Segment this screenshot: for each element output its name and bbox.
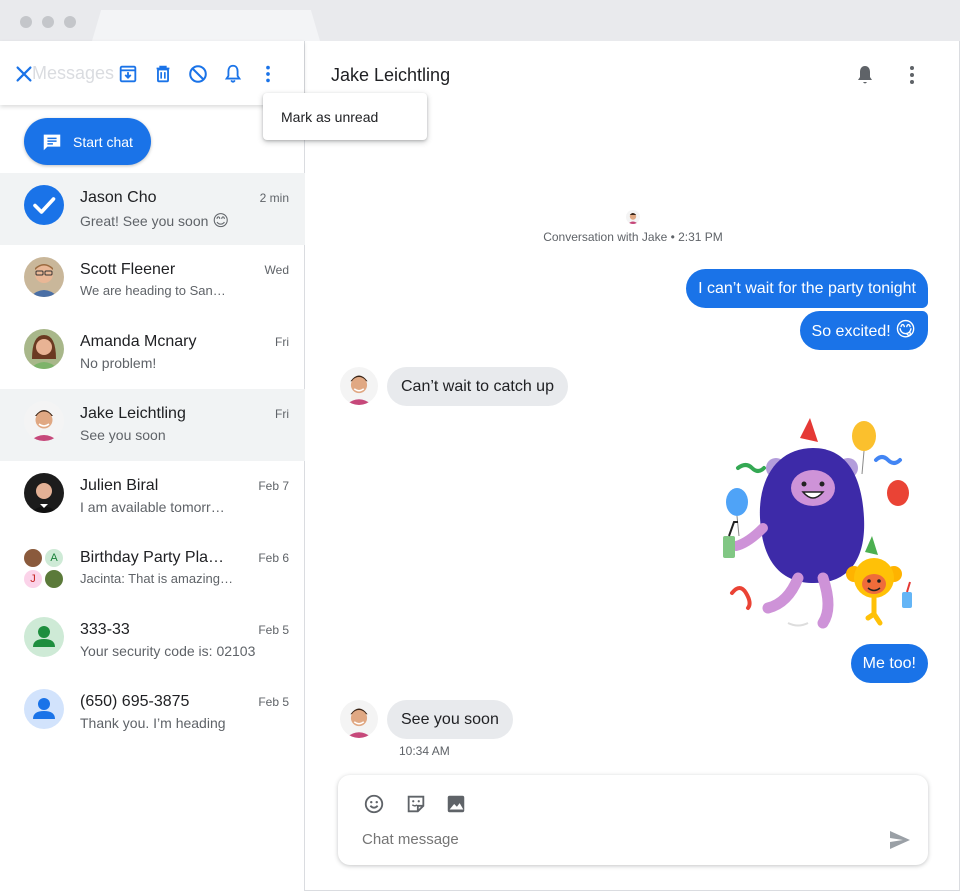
- chat-icon: [43, 134, 61, 150]
- compose-box: [338, 775, 928, 865]
- more-vert-icon[interactable]: [257, 63, 279, 85]
- message-bubble-outgoing[interactable]: I can’t wait for the party tonight: [686, 269, 928, 308]
- avatar: [340, 700, 378, 738]
- conversation-name: 333-33: [80, 621, 130, 638]
- archive-icon[interactable]: [117, 63, 139, 85]
- conversation-time: Fri: [275, 407, 289, 421]
- close-icon[interactable]: [13, 63, 35, 85]
- message-bubble-incoming[interactable]: See you soon: [387, 700, 513, 739]
- conversation-time: Feb 6: [258, 551, 289, 565]
- notifications-icon[interactable]: [222, 63, 244, 85]
- conversation-snippet: Thank you. I’m heading: [80, 715, 226, 731]
- message-bubble-outgoing[interactable]: So excited! 😋: [799, 311, 928, 350]
- start-chat-button[interactable]: Start chat: [24, 118, 151, 165]
- contact-avatar-small: [626, 210, 640, 224]
- party-monster-sticker[interactable]: [718, 418, 918, 634]
- browser-chrome: [0, 0, 960, 41]
- conversation-item-650-695-3875[interactable]: (650) 695-3875 Thank you. I’m heading Fe…: [0, 677, 305, 749]
- conversation-item-scott-fleener[interactable]: Scott Fleener We are heading to San… Wed: [0, 245, 305, 317]
- sticker-icon[interactable]: [405, 793, 427, 815]
- delete-icon[interactable]: [152, 63, 174, 85]
- conversation-name: Birthday Party Pla…: [80, 549, 225, 566]
- browser-tab[interactable]: [92, 10, 320, 41]
- conversation-snippet: We are heading to San…: [80, 283, 226, 298]
- conversation-name: Jason Cho: [80, 189, 157, 206]
- conversation-time: 2 min: [259, 191, 289, 205]
- avatar: [24, 257, 64, 297]
- conversation-name: (650) 695-3875: [80, 693, 190, 710]
- group-avatar: A J: [24, 545, 64, 588]
- message-bubble-incoming[interactable]: Can’t wait to catch up: [387, 367, 568, 406]
- conversation-item-julien-biral[interactable]: Julien Biral I am available tomorr… Feb …: [0, 461, 305, 533]
- conversation-name: Julien Biral: [80, 477, 159, 494]
- image-icon[interactable]: [445, 793, 467, 815]
- menu-item-mark-as-unread[interactable]: Mark as unread: [281, 109, 378, 125]
- person-icon: [24, 689, 64, 729]
- send-icon[interactable]: [888, 828, 912, 852]
- avatar: [24, 473, 64, 513]
- message-timestamp: 10:34 AM: [399, 744, 450, 758]
- conversation-snippet: See you soon: [80, 427, 166, 443]
- overflow-menu: Mark as unread: [263, 93, 427, 140]
- conversation-snippet: Great! See you soon 😊: [80, 213, 229, 230]
- chat-title: Jake Leichtling: [331, 65, 451, 85]
- selection-toolbar: Messages: [0, 41, 304, 105]
- conversation-snippet: I am available tomorr…: [80, 499, 225, 515]
- window-maximize-dot[interactable]: [64, 16, 76, 28]
- conversation-meta: Conversation with Jake • 2:31 PM: [543, 230, 723, 244]
- conversation-time: Feb 5: [258, 623, 289, 637]
- yum-emoji-icon: 😋: [895, 319, 916, 341]
- conversation-item-333-33[interactable]: 333-33 Your security code is: 02103 Feb …: [0, 605, 305, 677]
- window-minimize-dot[interactable]: [42, 16, 54, 28]
- conversation-time: Feb 7: [258, 479, 289, 493]
- message-bubble-outgoing[interactable]: Me too!: [850, 644, 928, 683]
- emoji-icon[interactable]: [363, 793, 385, 815]
- avatar: [24, 401, 64, 441]
- conversation-snippet: No problem!: [80, 355, 157, 371]
- conversation-snippet: Your security code is: 02103: [80, 643, 256, 659]
- selected-check-icon[interactable]: [24, 185, 64, 225]
- conversation-item-jason-cho[interactable]: Jason Cho Great! See you soon 😊 2 min: [0, 173, 305, 245]
- chat-message-input[interactable]: [362, 831, 862, 848]
- conversation-item-birthday-party[interactable]: A J Birthday Party Pla… Jacinta: That is…: [0, 533, 305, 605]
- conversation-snippet: Jacinta: That is amazing…: [80, 571, 233, 586]
- app-title: Messages: [32, 63, 115, 83]
- conversation-time: Fri: [275, 335, 289, 349]
- avatar: [340, 367, 378, 405]
- conversation-time: Feb 5: [258, 695, 289, 709]
- start-chat-label: Start chat: [73, 133, 133, 150]
- conversation-time: Wed: [264, 263, 289, 277]
- avatar: [24, 329, 64, 369]
- conversation-name: Amanda Mcnary: [80, 333, 197, 350]
- conversation-list-pane: Messages Start chat Jason Cho Great! See…: [0, 41, 305, 891]
- notifications-icon[interactable]: [853, 63, 877, 87]
- person-icon: [24, 617, 64, 657]
- conversation-item-amanda-mcnary[interactable]: Amanda Mcnary No problem! Fri: [0, 317, 305, 389]
- more-vert-icon[interactable]: [900, 63, 924, 87]
- block-icon[interactable]: [187, 63, 209, 85]
- window-close-dot[interactable]: [20, 16, 32, 28]
- conversation-name: Scott Fleener: [80, 261, 176, 278]
- conversation-name: Jake Leichtling: [80, 405, 186, 422]
- conversation-item-jake-leichtling[interactable]: Jake Leichtling See you soon Fri: [0, 389, 305, 461]
- smile-emoji-icon: 😊: [212, 213, 229, 230]
